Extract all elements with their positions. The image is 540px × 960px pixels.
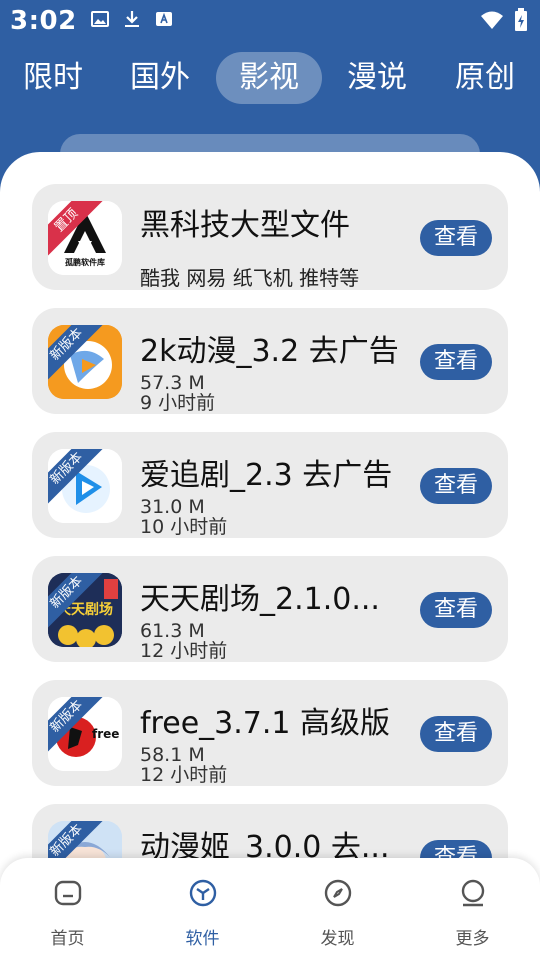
app-updated: 10 小时前 xyxy=(140,516,228,538)
tab-foreign[interactable]: 国外 xyxy=(107,52,213,104)
nav-home-label: 首页 xyxy=(50,929,85,949)
app-updated: 9 小时前 xyxy=(140,392,216,414)
app-updated: 12 小时前 xyxy=(140,764,228,786)
status-bar: 3:02 xyxy=(0,0,540,46)
app-icon: 孤鹏软件库 置顶 xyxy=(48,201,122,275)
list-item[interactable]: 新版本 2k动漫_3.2 去广告 57.3 M 9 小时前 查看 xyxy=(32,308,508,414)
nav-software-label: 软件 xyxy=(185,929,220,949)
bottom-navigation: 首页 软件 发现 更多 xyxy=(0,858,540,960)
compass-icon xyxy=(324,879,352,907)
view-button[interactable]: 查看 xyxy=(420,220,492,256)
nav-more[interactable]: 更多 xyxy=(405,858,540,960)
list-item[interactable]: free 新版本 free_3.7.1 高级版 58.1 M 12 小时前 查看 xyxy=(32,680,508,786)
home-icon xyxy=(54,880,82,906)
view-button[interactable]: 查看 xyxy=(420,592,492,628)
font-icon xyxy=(156,12,172,26)
app-subtitle: 酷我 网易 纸飞机 推特等 xyxy=(140,266,360,290)
tab-film[interactable]: 影视 xyxy=(216,52,322,104)
view-button[interactable]: 查看 xyxy=(420,344,492,380)
user-icon xyxy=(461,879,485,907)
nav-discover[interactable]: 发现 xyxy=(270,858,405,960)
app-title: 2k动漫_3.2 去广告 xyxy=(140,334,399,369)
tab-original[interactable]: 原创 xyxy=(432,52,538,104)
status-time: 3:02 xyxy=(10,6,77,36)
category-tabs: 限时 国外 影视 漫说 原创 xyxy=(0,52,540,108)
app-icon-label: free xyxy=(92,727,120,741)
nav-more-label: 更多 xyxy=(455,929,490,949)
app-list: 孤鹏软件库 置顶 黑科技大型文件 酷我 网易 纸飞机 推特等 查看 新版本 2k… xyxy=(0,152,540,960)
app-icon-label: 孤鹏软件库 xyxy=(65,258,105,267)
download-icon xyxy=(125,11,139,27)
app-updated: 12 小时前 xyxy=(140,640,228,662)
app-title: 黑科技大型文件 xyxy=(140,208,350,243)
app-title: 爱追剧_2.3 去广告 xyxy=(140,458,393,493)
app-title: free_3.7.1 高级版 xyxy=(140,706,391,741)
wifi-icon xyxy=(481,11,503,29)
battery-icon xyxy=(515,8,527,31)
app-icon: free 新版本 xyxy=(48,697,122,771)
tab-limited[interactable]: 限时 xyxy=(0,52,106,104)
list-item[interactable]: 孤鹏软件库 置顶 黑科技大型文件 酷我 网易 纸飞机 推特等 查看 xyxy=(32,184,508,290)
app-title: 天天剧场_2.1.0... xyxy=(140,582,380,617)
view-button[interactable]: 查看 xyxy=(420,716,492,752)
list-item[interactable]: 天天剧场 新版本 天天剧场_2.1.0... 61.3 M 12 小时前 查看 xyxy=(32,556,508,662)
image-icon xyxy=(91,11,109,27)
app-icon: 新版本 xyxy=(48,449,122,523)
nav-discover-label: 发现 xyxy=(320,929,355,949)
tab-comic[interactable]: 漫说 xyxy=(324,52,430,104)
app-icon: 新版本 xyxy=(48,325,122,399)
app-icon: 天天剧场 新版本 xyxy=(48,573,122,647)
view-button[interactable]: 查看 xyxy=(420,468,492,504)
nav-home[interactable]: 首页 xyxy=(0,858,135,960)
nav-software[interactable]: 软件 xyxy=(135,858,270,960)
box-icon xyxy=(189,879,217,907)
list-item[interactable]: 新版本 爱追剧_2.3 去广告 31.0 M 10 小时前 查看 xyxy=(32,432,508,538)
